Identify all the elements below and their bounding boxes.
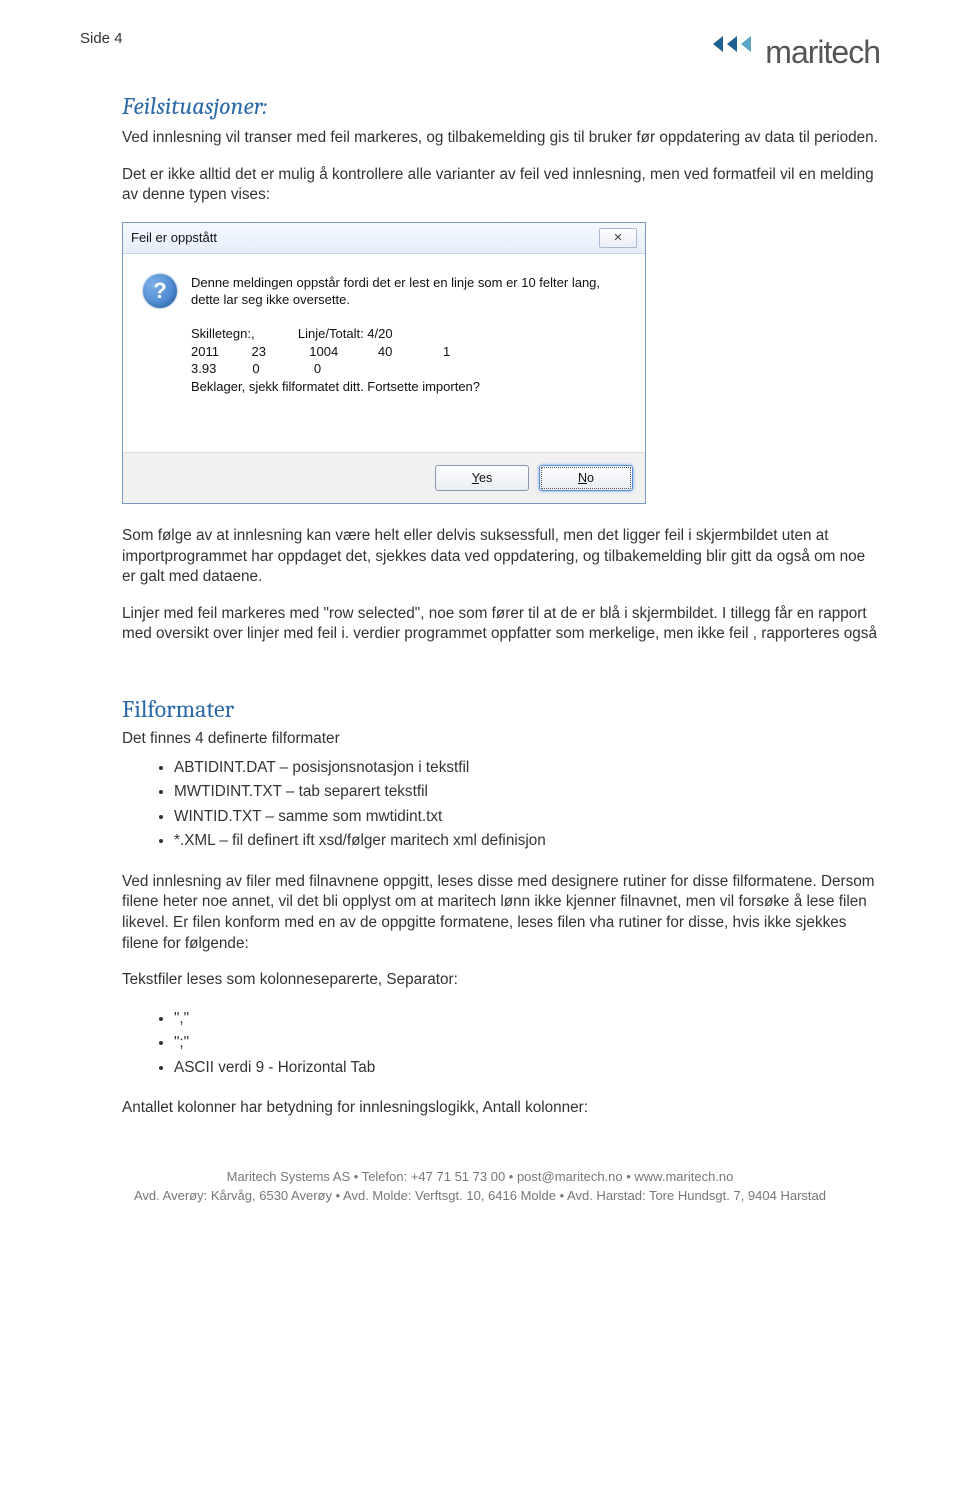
close-icon: ✕ <box>613 231 622 244</box>
paragraph: Antallet kolonner har betydning for innl… <box>122 1098 880 1119</box>
dialog-title: Feil er oppstått <box>131 230 217 245</box>
dialog-line: Denne meldingen oppstår fordi det er les… <box>191 274 600 292</box>
list-item: "," <box>174 1007 880 1031</box>
list-item: ASCII verdi 9 - Horizontal Tab <box>174 1056 880 1080</box>
page-number: Side 4 <box>80 30 123 47</box>
heading-filformater: Filformater <box>122 695 880 723</box>
paragraph: Tekstfiler leses som kolonneseparerte, S… <box>122 970 880 991</box>
logo: maritech <box>709 30 880 74</box>
separator-list: "," ";" ASCII verdi 9 - Horizontal Tab <box>122 1007 880 1080</box>
heading-feilsituasjoner: Feilsituasjoner: <box>122 92 880 120</box>
dialog-data-row: Skilletegn:, Linje/Totalt: 4/20 <box>191 325 600 343</box>
error-dialog: Feil er oppstått ✕ ? Denne meldingen opp… <box>122 222 646 504</box>
question-icon: ? <box>143 274 177 308</box>
dialog-line: dette lar seg ikke oversette. <box>191 291 600 309</box>
paragraph: Ved innlesning vil transer med feil mark… <box>122 128 880 149</box>
logo-text: maritech <box>765 34 880 71</box>
paragraph: Som følge av at innlesning kan være helt… <box>122 526 880 588</box>
dialog-buttonbar: Yes No <box>123 452 645 503</box>
dialog-line: Beklager, sjekk filformatet ditt. Fortse… <box>191 378 600 396</box>
dialog-message: Denne meldingen oppstår fordi det er les… <box>191 274 600 444</box>
dialog-data-row: 2011 23 1004 40 1 <box>191 343 600 361</box>
yes-button[interactable]: Yes <box>435 465 529 491</box>
dialog-titlebar: Feil er oppstått ✕ <box>123 223 645 254</box>
list-item: ";" <box>174 1031 880 1055</box>
list-item: WINTID.TXT – samme som mwtidint.txt <box>174 805 880 829</box>
paragraph: Det er ikke alltid det er mulig å kontro… <box>122 165 880 206</box>
footer-line: Avd. Averøy: Kårvåg, 6530 Averøy • Avd. … <box>20 1186 940 1206</box>
list-item: *.XML – fil definert ift xsd/følger mari… <box>174 829 880 853</box>
close-button[interactable]: ✕ <box>599 228 637 248</box>
list-item: ABTIDINT.DAT – posisjonsnotasjon i tekst… <box>174 756 880 780</box>
format-list: ABTIDINT.DAT – posisjonsnotasjon i tekst… <box>122 756 880 854</box>
logo-icon <box>709 30 761 58</box>
paragraph: Ved innlesning av filer med filnavnene o… <box>122 872 880 955</box>
dialog-data-row: 3.93 0 0 <box>191 360 600 378</box>
page-footer: Maritech Systems AS • Telefon: +47 71 51… <box>0 1167 960 1206</box>
paragraph: Det finnes 4 definerte filformater <box>122 729 880 750</box>
list-item: MWTIDINT.TXT – tab separert tekstfil <box>174 780 880 804</box>
no-button[interactable]: No <box>539 465 633 491</box>
footer-line: Maritech Systems AS • Telefon: +47 71 51… <box>20 1167 940 1187</box>
paragraph: Linjer med feil markeres med "row select… <box>122 604 880 645</box>
